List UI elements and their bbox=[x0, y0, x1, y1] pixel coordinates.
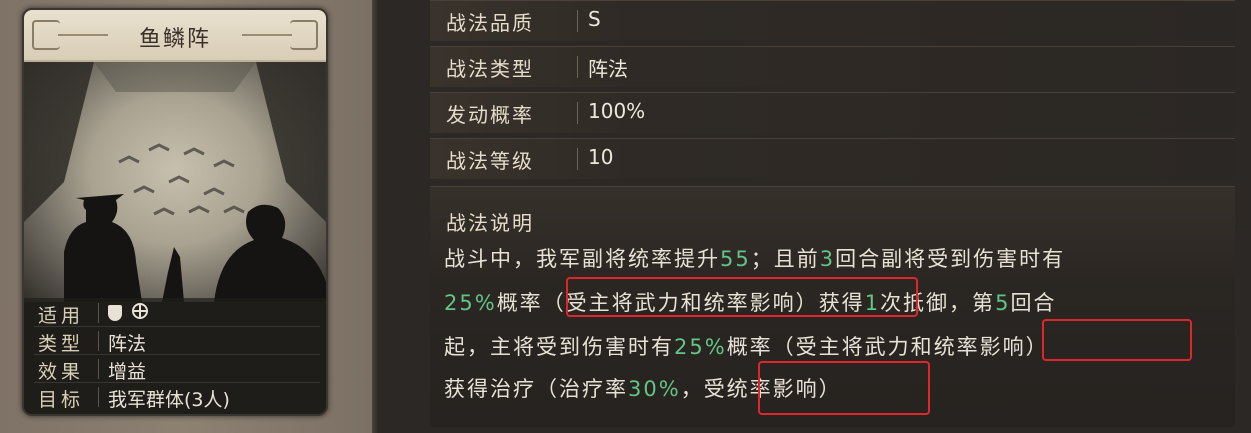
desc-annotated-text: 统率影响） bbox=[933, 335, 1049, 359]
level-label: 战法等级 bbox=[446, 149, 534, 173]
tactic-card[interactable]: 鱼鳞阵 适用 类型 阵法 效果 增益 目标 我军群体(3人) bbox=[22, 8, 328, 416]
row-separator bbox=[577, 10, 578, 32]
shield-icon bbox=[108, 305, 122, 321]
annotation-box-3 bbox=[758, 361, 930, 415]
info-row-effect: 效果 增益 bbox=[34, 356, 320, 383]
tactic-description-panel: 战法说明 战斗中，我军副将统率提升55；且前3回合副将受到伤害时有 25%概率（… bbox=[430, 186, 1235, 427]
info-separator bbox=[98, 303, 99, 323]
desc-text: 获得治疗（治疗率 bbox=[444, 377, 628, 401]
tactic-info-table: 适用 类型 阵法 效果 增益 目标 我军群体(3人) bbox=[24, 298, 326, 414]
desc-number: 3 bbox=[819, 247, 836, 271]
info-key-effect: 效果 bbox=[38, 361, 85, 383]
info-key-type: 类型 bbox=[38, 333, 85, 355]
annotation-box-2 bbox=[1042, 319, 1192, 361]
tactic-name: 鱼鳞阵 bbox=[138, 27, 211, 52]
desc-text: 回合副将受到伤害时有 bbox=[835, 247, 1066, 271]
row-separator bbox=[577, 148, 578, 170]
card-title-bar: 鱼鳞阵 bbox=[24, 10, 326, 62]
detail-row-level: 战法等级 10 bbox=[430, 138, 1235, 179]
rate-value: 100% bbox=[588, 99, 646, 123]
title-ornament-right bbox=[290, 20, 318, 50]
info-value-effect: 增益 bbox=[108, 361, 147, 383]
desc-text: ， bbox=[680, 377, 704, 401]
detail-row-rate: 发动概率 100% bbox=[430, 92, 1235, 133]
desc-number: 25% bbox=[444, 291, 497, 315]
desc-text: 概率 bbox=[496, 291, 543, 315]
type-label: 战法类型 bbox=[446, 57, 534, 81]
info-separator bbox=[98, 359, 99, 379]
info-row-applicable: 适用 bbox=[34, 300, 320, 327]
desc-number: 55 bbox=[720, 247, 751, 271]
tactic-artwork bbox=[24, 62, 326, 302]
title-ornament-line-right bbox=[242, 34, 292, 36]
quality-label: 战法品质 bbox=[446, 11, 534, 35]
desc-number: 5 bbox=[995, 291, 1011, 315]
description-title: 战法说明 bbox=[446, 211, 534, 235]
desc-number: 25% bbox=[674, 335, 727, 359]
description-line-1: 战斗中，我军副将统率提升55；且前3回合副将受到伤害时有 bbox=[444, 243, 1065, 273]
quality-value: S bbox=[588, 7, 601, 31]
info-key-applicable: 适用 bbox=[38, 305, 85, 327]
info-value-target: 我军群体(3人) bbox=[108, 389, 230, 411]
info-key-target: 目标 bbox=[38, 389, 85, 411]
type-value: 阵法 bbox=[588, 57, 628, 81]
chariot-wheel-icon bbox=[132, 303, 148, 319]
desc-text: 战斗中，我军副将统率提升 bbox=[444, 247, 720, 271]
info-row-target: 目标 我军群体(3人) bbox=[34, 384, 320, 411]
desc-text: 概率（受主将武力和 bbox=[726, 335, 934, 359]
description-line-3: 起，主将受到伤害时有25%概率（受主将武力和统率影响） bbox=[444, 331, 1049, 361]
detail-row-quality: 战法品质 S bbox=[430, 0, 1235, 41]
desc-number: 30% bbox=[628, 377, 681, 401]
info-separator bbox=[98, 331, 99, 351]
annotation-box-1 bbox=[566, 277, 918, 317]
desc-text: 起，主将受到伤害时有 bbox=[444, 335, 674, 359]
detail-row-type: 战法类型 阵法 bbox=[430, 46, 1235, 87]
desc-text: ；且前 bbox=[750, 247, 820, 271]
row-separator bbox=[577, 102, 578, 124]
row-separator bbox=[577, 56, 578, 78]
level-value: 10 bbox=[588, 145, 614, 169]
desc-text: 回合 bbox=[1010, 291, 1057, 315]
info-row-type: 类型 阵法 bbox=[34, 328, 320, 355]
info-value-type: 阵法 bbox=[108, 333, 147, 355]
info-separator bbox=[98, 387, 99, 407]
rate-label: 发动概率 bbox=[446, 103, 534, 127]
